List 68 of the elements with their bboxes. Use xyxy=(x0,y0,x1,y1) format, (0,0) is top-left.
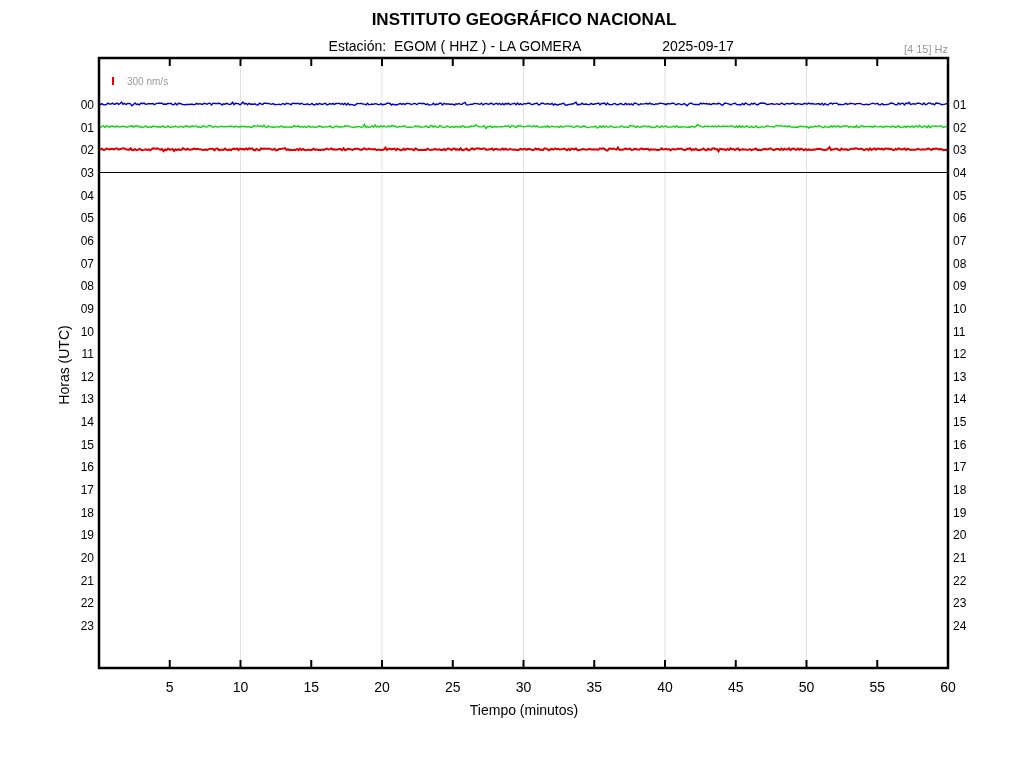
hour-label: 11 xyxy=(81,347,94,362)
hour-label: 05 xyxy=(80,211,94,226)
hour-label: 23 xyxy=(953,596,967,611)
hour-label: 08 xyxy=(80,279,94,294)
x-tick-label: 35 xyxy=(586,679,603,695)
hour-label: 17 xyxy=(80,483,94,498)
hour-label: 10 xyxy=(80,324,94,339)
x-tick-label: 40 xyxy=(657,679,673,695)
y-axis-title: Horas (UTC) xyxy=(56,325,72,405)
chart-title: INSTITUTO GEOGRÁFICO NACIONAL xyxy=(371,10,677,29)
hour-label: 13 xyxy=(80,392,94,407)
hour-label: 03 xyxy=(80,165,94,180)
hour-label: 23 xyxy=(80,618,94,633)
station-label: Estación: EGOM ( HHZ ) - LA GOMERA xyxy=(328,38,582,54)
hour-label: 07 xyxy=(80,256,94,271)
hour-label: 12 xyxy=(80,369,94,384)
scale-label: 300 nm/s xyxy=(127,76,169,87)
hour-label: 16 xyxy=(953,437,967,452)
x-tick-label: 60 xyxy=(940,679,956,695)
hour-label: 14 xyxy=(953,392,967,407)
date-label: 2025-09-17 xyxy=(662,38,734,54)
hour-label: 15 xyxy=(953,415,967,430)
hour-label: 21 xyxy=(953,551,967,565)
x-tick-label: 45 xyxy=(727,679,744,695)
hour-label: 07 xyxy=(953,233,967,248)
x-tick-label: 20 xyxy=(374,679,390,695)
x-axis-title: Tiempo (minutos) xyxy=(469,702,579,718)
hour-label: 09 xyxy=(953,279,967,294)
hour-label: 22 xyxy=(953,573,967,588)
hour-label: 11 xyxy=(953,324,966,339)
hour-label: 09 xyxy=(80,301,94,316)
hour-label: 08 xyxy=(953,256,967,271)
hour-label: 01 xyxy=(953,98,967,112)
hour-label: 06 xyxy=(80,233,94,248)
hour-label: 21 xyxy=(80,573,94,588)
hour-label: 17 xyxy=(953,460,967,475)
hour-label: 03 xyxy=(953,143,967,158)
hour-label: 04 xyxy=(80,188,94,203)
hour-label: 20 xyxy=(80,551,94,565)
scale-bar-icon xyxy=(112,77,114,85)
hour-label: 05 xyxy=(953,188,967,203)
hour-label: 19 xyxy=(80,528,94,543)
frequency-band-label: [4 15] Hz xyxy=(903,43,948,55)
hour-label: 13 xyxy=(953,369,967,384)
x-tick-label: 25 xyxy=(444,679,461,695)
x-tick-label: 5 xyxy=(165,679,174,695)
hour-label: 24 xyxy=(953,618,967,633)
hour-label: 18 xyxy=(80,505,94,520)
hour-label: 04 xyxy=(953,165,967,180)
hour-label: 19 xyxy=(953,505,967,520)
x-tick-label: 30 xyxy=(515,679,532,695)
hour-label: 00 xyxy=(80,98,94,112)
hour-label: 01 xyxy=(80,120,94,135)
hour-label: 10 xyxy=(953,301,967,316)
hour-label: 12 xyxy=(953,347,967,362)
x-tick-label: 50 xyxy=(798,679,815,695)
hour-label: 02 xyxy=(80,143,94,158)
hour-label: 22 xyxy=(80,596,94,611)
hour-label: 06 xyxy=(953,211,967,226)
hour-label: 02 xyxy=(953,120,967,135)
hour-label: 15 xyxy=(80,437,94,452)
x-tick-label: 10 xyxy=(232,679,249,695)
x-tick-label: 55 xyxy=(869,679,886,695)
hour-label: 20 xyxy=(953,528,967,543)
hour-label: 16 xyxy=(80,460,94,475)
hour-label: 18 xyxy=(953,483,967,498)
hour-label: 14 xyxy=(80,415,94,430)
x-tick-label: 15 xyxy=(303,679,320,695)
